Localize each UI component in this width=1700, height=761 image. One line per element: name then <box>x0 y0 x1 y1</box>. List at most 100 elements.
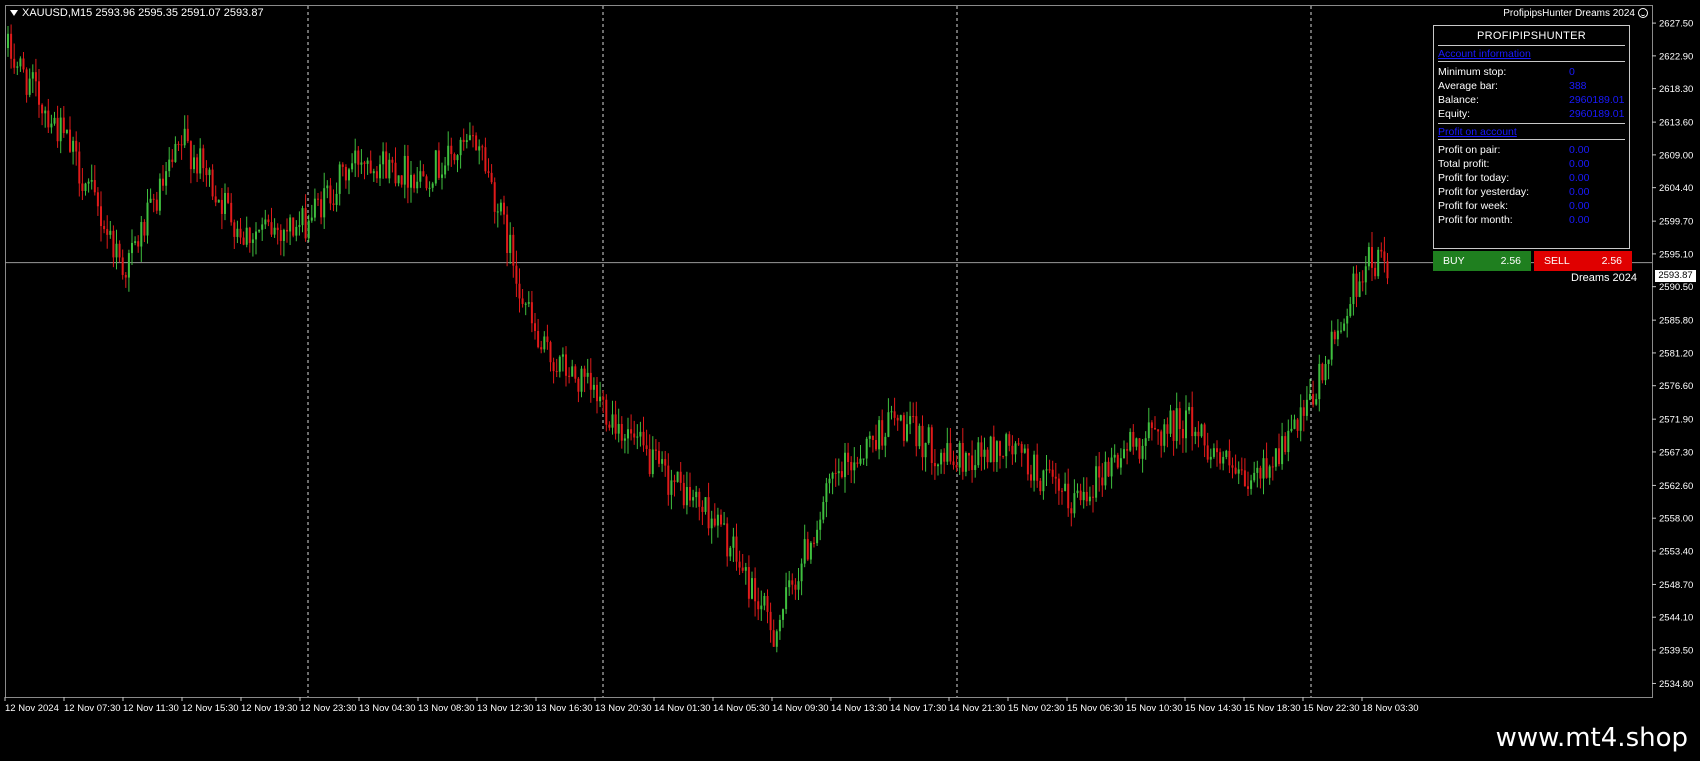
candle-body <box>518 283 521 299</box>
dropdown-triangle-icon[interactable] <box>10 10 18 17</box>
candle-body <box>1352 273 1355 305</box>
price-tick-label: 2539.50 <box>1659 645 1693 656</box>
candle-body <box>264 219 267 225</box>
candle-body <box>645 445 648 450</box>
candle-body <box>140 222 143 247</box>
time-tick-label: 15 Nov 06:30 <box>1067 703 1124 714</box>
candle-body <box>69 129 71 152</box>
candle-body <box>357 150 360 165</box>
candle-body <box>850 462 853 471</box>
time-tick-label: 15 Nov 14:30 <box>1185 703 1242 714</box>
candle-body <box>899 415 902 421</box>
time-tick-label: 14 Nov 13:30 <box>831 703 888 714</box>
candle-body <box>47 110 50 128</box>
candle-body <box>1299 407 1302 431</box>
candle-body <box>751 578 753 599</box>
candle-body <box>592 384 595 390</box>
candle-body <box>7 33 9 49</box>
candle-body <box>648 449 651 475</box>
candle-body <box>1216 448 1218 453</box>
candle-body <box>803 539 806 564</box>
candle-body <box>372 171 375 174</box>
candle-body <box>515 265 518 284</box>
candle-body <box>924 442 927 458</box>
candle-body <box>840 471 843 478</box>
candle-body <box>1203 424 1206 446</box>
price-tick-label: 2544.10 <box>1659 613 1693 624</box>
profit-section-heading: Profit on account <box>1438 126 1517 138</box>
candle-body <box>999 441 1001 456</box>
candle-body <box>403 155 406 185</box>
candle-body <box>1346 315 1349 324</box>
candle-body <box>317 198 319 200</box>
candle-body <box>527 302 530 304</box>
buy-label: BUY <box>1443 255 1465 267</box>
candle-body <box>165 171 168 186</box>
candle-body <box>162 178 164 186</box>
session-separators <box>5 6 1652 697</box>
candle-body <box>10 33 13 59</box>
candle-body <box>425 176 428 189</box>
time-tick-label: 12 Nov 19:30 <box>241 703 298 714</box>
candle-body <box>1154 427 1156 430</box>
candle-body <box>87 181 90 184</box>
candle-body <box>1144 438 1147 446</box>
candle-body <box>214 196 217 203</box>
time-tick-label: 14 Nov 09:30 <box>772 703 829 714</box>
sell-button[interactable]: SELL 2.56 <box>1534 251 1632 271</box>
candle-body <box>38 81 40 105</box>
candle-body <box>878 420 881 450</box>
candle-body <box>1333 331 1336 340</box>
footer-watermark: www.mt4.shop <box>1495 723 1688 753</box>
candle-body <box>1383 251 1386 262</box>
candle-body <box>447 145 450 166</box>
price-tick-label: 2609.00 <box>1659 150 1693 161</box>
price-tick-label: 2599.70 <box>1659 217 1693 228</box>
candle-body <box>859 458 862 464</box>
candle-body <box>1088 496 1091 502</box>
time-tick-label: 18 Nov 03:30 <box>1362 703 1419 714</box>
price-tick-label: 2562.60 <box>1659 481 1693 492</box>
time-tick-label: 13 Nov 12:30 <box>477 703 534 714</box>
candle-body <box>1147 422 1150 439</box>
candle-body <box>760 605 763 610</box>
candle-body <box>394 162 397 184</box>
candle-body <box>623 438 626 441</box>
candle-body <box>658 450 660 464</box>
candle-body <box>902 415 905 441</box>
profit-row: Total profit: 0.00 <box>1438 158 1623 172</box>
candle-body <box>124 274 127 278</box>
candle-body <box>1119 458 1122 468</box>
candle-body <box>930 427 933 464</box>
candle-body <box>692 497 695 501</box>
candle-body <box>1206 445 1209 460</box>
candle-body <box>255 231 257 240</box>
buy-spread: 2.56 <box>1500 255 1521 267</box>
price-tick-label: 2553.40 <box>1659 546 1693 557</box>
account-section-heading: Account information <box>1438 48 1531 60</box>
candle-body <box>679 471 682 483</box>
candle-body <box>158 178 161 211</box>
candle-body <box>1098 466 1101 478</box>
candle-body <box>977 442 980 466</box>
buy-button[interactable]: BUY 2.56 <box>1433 251 1531 271</box>
candle-body <box>503 202 505 215</box>
candle-body <box>96 192 99 207</box>
candle-body <box>884 436 887 446</box>
candle-body <box>785 587 788 610</box>
candle-body <box>1092 496 1094 498</box>
candle-body <box>456 155 459 161</box>
candle-body <box>1079 490 1082 501</box>
price-tick-label: 2558.00 <box>1659 514 1693 525</box>
candle-body <box>558 356 561 372</box>
dreams-label: Dreams 2024 <box>1571 272 1638 284</box>
candle-body <box>834 472 837 474</box>
time-tick-label: 15 Nov 22:30 <box>1303 703 1360 714</box>
candle-body <box>19 58 22 67</box>
candle-body <box>385 151 388 179</box>
candle-body <box>251 239 254 243</box>
candle-body <box>1017 443 1020 445</box>
candle-body <box>1188 407 1191 411</box>
candle-body <box>193 157 195 170</box>
candle-body <box>1132 431 1135 447</box>
